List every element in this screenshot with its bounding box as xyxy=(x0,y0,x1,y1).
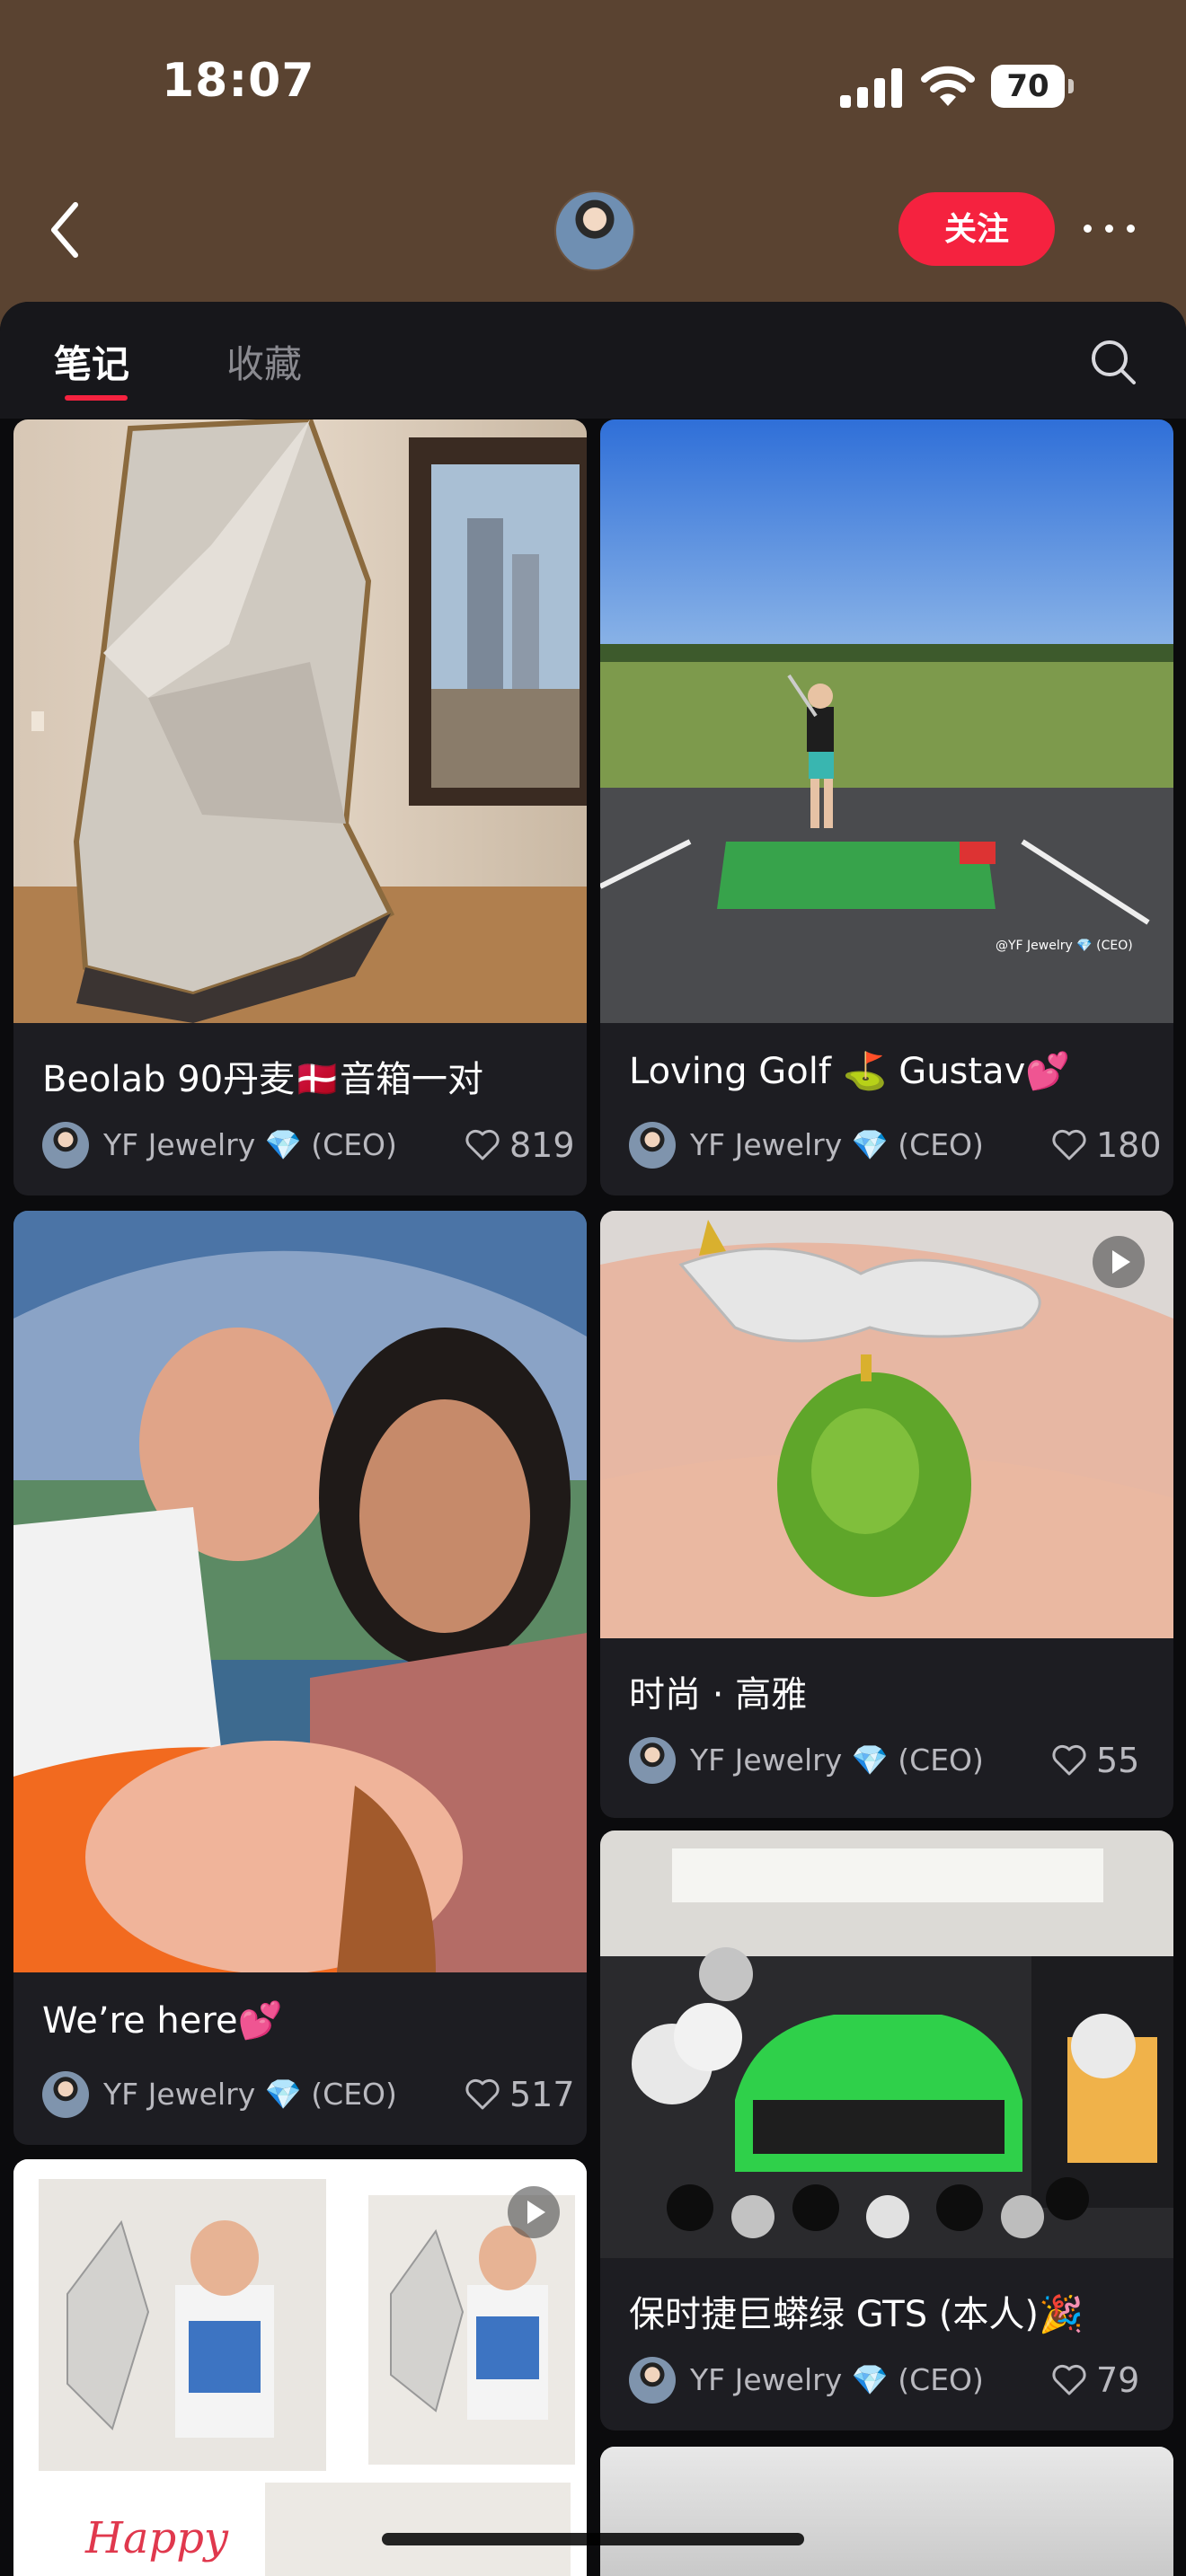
note-cover-image xyxy=(600,2447,1173,2576)
like-count: 517 xyxy=(509,2075,575,2114)
note-card[interactable]: 时尚 · 高雅 YF Jewelry 💎 (CEO) 55 xyxy=(600,1211,1173,1818)
heart-icon[interactable] xyxy=(1051,1744,1087,1777)
heart-icon[interactable] xyxy=(1051,1129,1087,1161)
author-avatar[interactable] xyxy=(629,1122,676,1169)
note-cover-image: Happy xyxy=(13,2159,587,2576)
note-meta: YF Jewelry 💎 (CEO) 517 xyxy=(42,2071,575,2118)
note-title: Beolab 90丹麦🇩🇰音箱一对 xyxy=(42,1059,483,1100)
note-cover-image xyxy=(600,1831,1173,2258)
note-cover-image xyxy=(600,1211,1173,1638)
note-card[interactable]: Happy xyxy=(13,2159,587,2576)
content-panel: 笔记 收藏 Beolab 90丹麦🇩🇰音箱一对 YF Jewelry 💎 (CE… xyxy=(0,302,1186,2576)
profile-avatar[interactable] xyxy=(554,190,635,271)
note-card[interactable]: Beolab 90丹麦🇩🇰音箱一对 YF Jewelry 💎 (CEO) 819 xyxy=(13,419,587,1195)
note-meta: YF Jewelry 💎 (CEO) 819 xyxy=(42,1122,575,1169)
note-meta: YF Jewelry 💎 (CEO) 180 xyxy=(629,1122,1162,1169)
back-icon[interactable] xyxy=(47,199,83,260)
author-name[interactable]: YF Jewelry 💎 (CEO) xyxy=(103,2077,397,2113)
note-cover-image xyxy=(13,1211,587,1972)
like-count: 79 xyxy=(1096,2360,1140,2400)
cellular-signal-icon xyxy=(840,68,902,108)
author-avatar[interactable] xyxy=(629,2357,676,2404)
note-cover-image xyxy=(13,419,587,1023)
note-card[interactable]: We’re here💕 YF Jewelry 💎 (CEO) 517 xyxy=(13,1211,587,2145)
status-time: 18:07 xyxy=(162,54,315,108)
author-name[interactable]: YF Jewelry 💎 (CEO) xyxy=(690,1742,984,1778)
author-name[interactable]: YF Jewelry 💎 (CEO) xyxy=(690,2362,984,2398)
author-avatar[interactable] xyxy=(42,1122,89,1169)
tab-collections[interactable]: 收藏 xyxy=(226,334,302,389)
note-card[interactable]: 保时捷巨蟒绿 GTS (本人)🎉 YF Jewelry 💎 (CEO) 79 xyxy=(600,1831,1173,2430)
author-name[interactable]: YF Jewelry 💎 (CEO) xyxy=(103,1127,397,1163)
more-options-icon[interactable] xyxy=(1078,208,1141,248)
note-meta: YF Jewelry 💎 (CEO) 79 xyxy=(629,2357,1155,2404)
note-cover-image: @YF Jewelry 💎 (CEO) xyxy=(600,419,1173,1023)
image-caption: Happy xyxy=(85,2513,229,2563)
video-play-icon xyxy=(1093,1236,1145,1288)
status-bar: 18:07 70 xyxy=(0,0,1186,171)
note-title: We’re here💕 xyxy=(42,2000,283,2042)
battery-level: 70 xyxy=(991,65,1065,108)
note-card[interactable]: @YF Jewelry 💎 (CEO) Loving Golf ⛳ Gustav… xyxy=(600,419,1173,1195)
image-watermark: @YF Jewelry 💎 (CEO) xyxy=(996,939,1133,953)
battery-indicator: 70 xyxy=(991,65,1074,108)
like-count: 819 xyxy=(509,1125,575,1165)
author-avatar[interactable] xyxy=(629,1737,676,1784)
note-meta: YF Jewelry 💎 (CEO) 55 xyxy=(629,1737,1155,1784)
search-icon[interactable] xyxy=(1089,338,1137,386)
follow-button[interactable]: 关注 xyxy=(898,192,1055,266)
note-title: Loving Golf ⛳ Gustav💕 xyxy=(629,1051,1071,1092)
home-indicator xyxy=(382,2533,804,2545)
tab-bar: 笔记 收藏 xyxy=(0,302,1186,419)
battery-tip xyxy=(1068,79,1074,93)
like-count: 180 xyxy=(1096,1125,1162,1165)
like-count: 55 xyxy=(1096,1741,1140,1780)
heart-icon[interactable] xyxy=(465,1129,500,1161)
heart-icon[interactable] xyxy=(465,2078,500,2111)
video-play-icon xyxy=(508,2186,560,2238)
author-name[interactable]: YF Jewelry 💎 (CEO) xyxy=(690,1127,984,1163)
tab-notes[interactable]: 笔记 xyxy=(54,334,129,389)
wifi-icon xyxy=(921,66,975,106)
note-card[interactable] xyxy=(600,2447,1173,2576)
heart-icon[interactable] xyxy=(1051,2364,1087,2396)
active-tab-indicator xyxy=(65,395,128,401)
author-avatar[interactable] xyxy=(42,2071,89,2118)
note-title: 保时捷巨蟒绿 GTS (本人)🎉 xyxy=(629,2294,1084,2335)
note-title: 时尚 · 高雅 xyxy=(629,1674,808,1716)
